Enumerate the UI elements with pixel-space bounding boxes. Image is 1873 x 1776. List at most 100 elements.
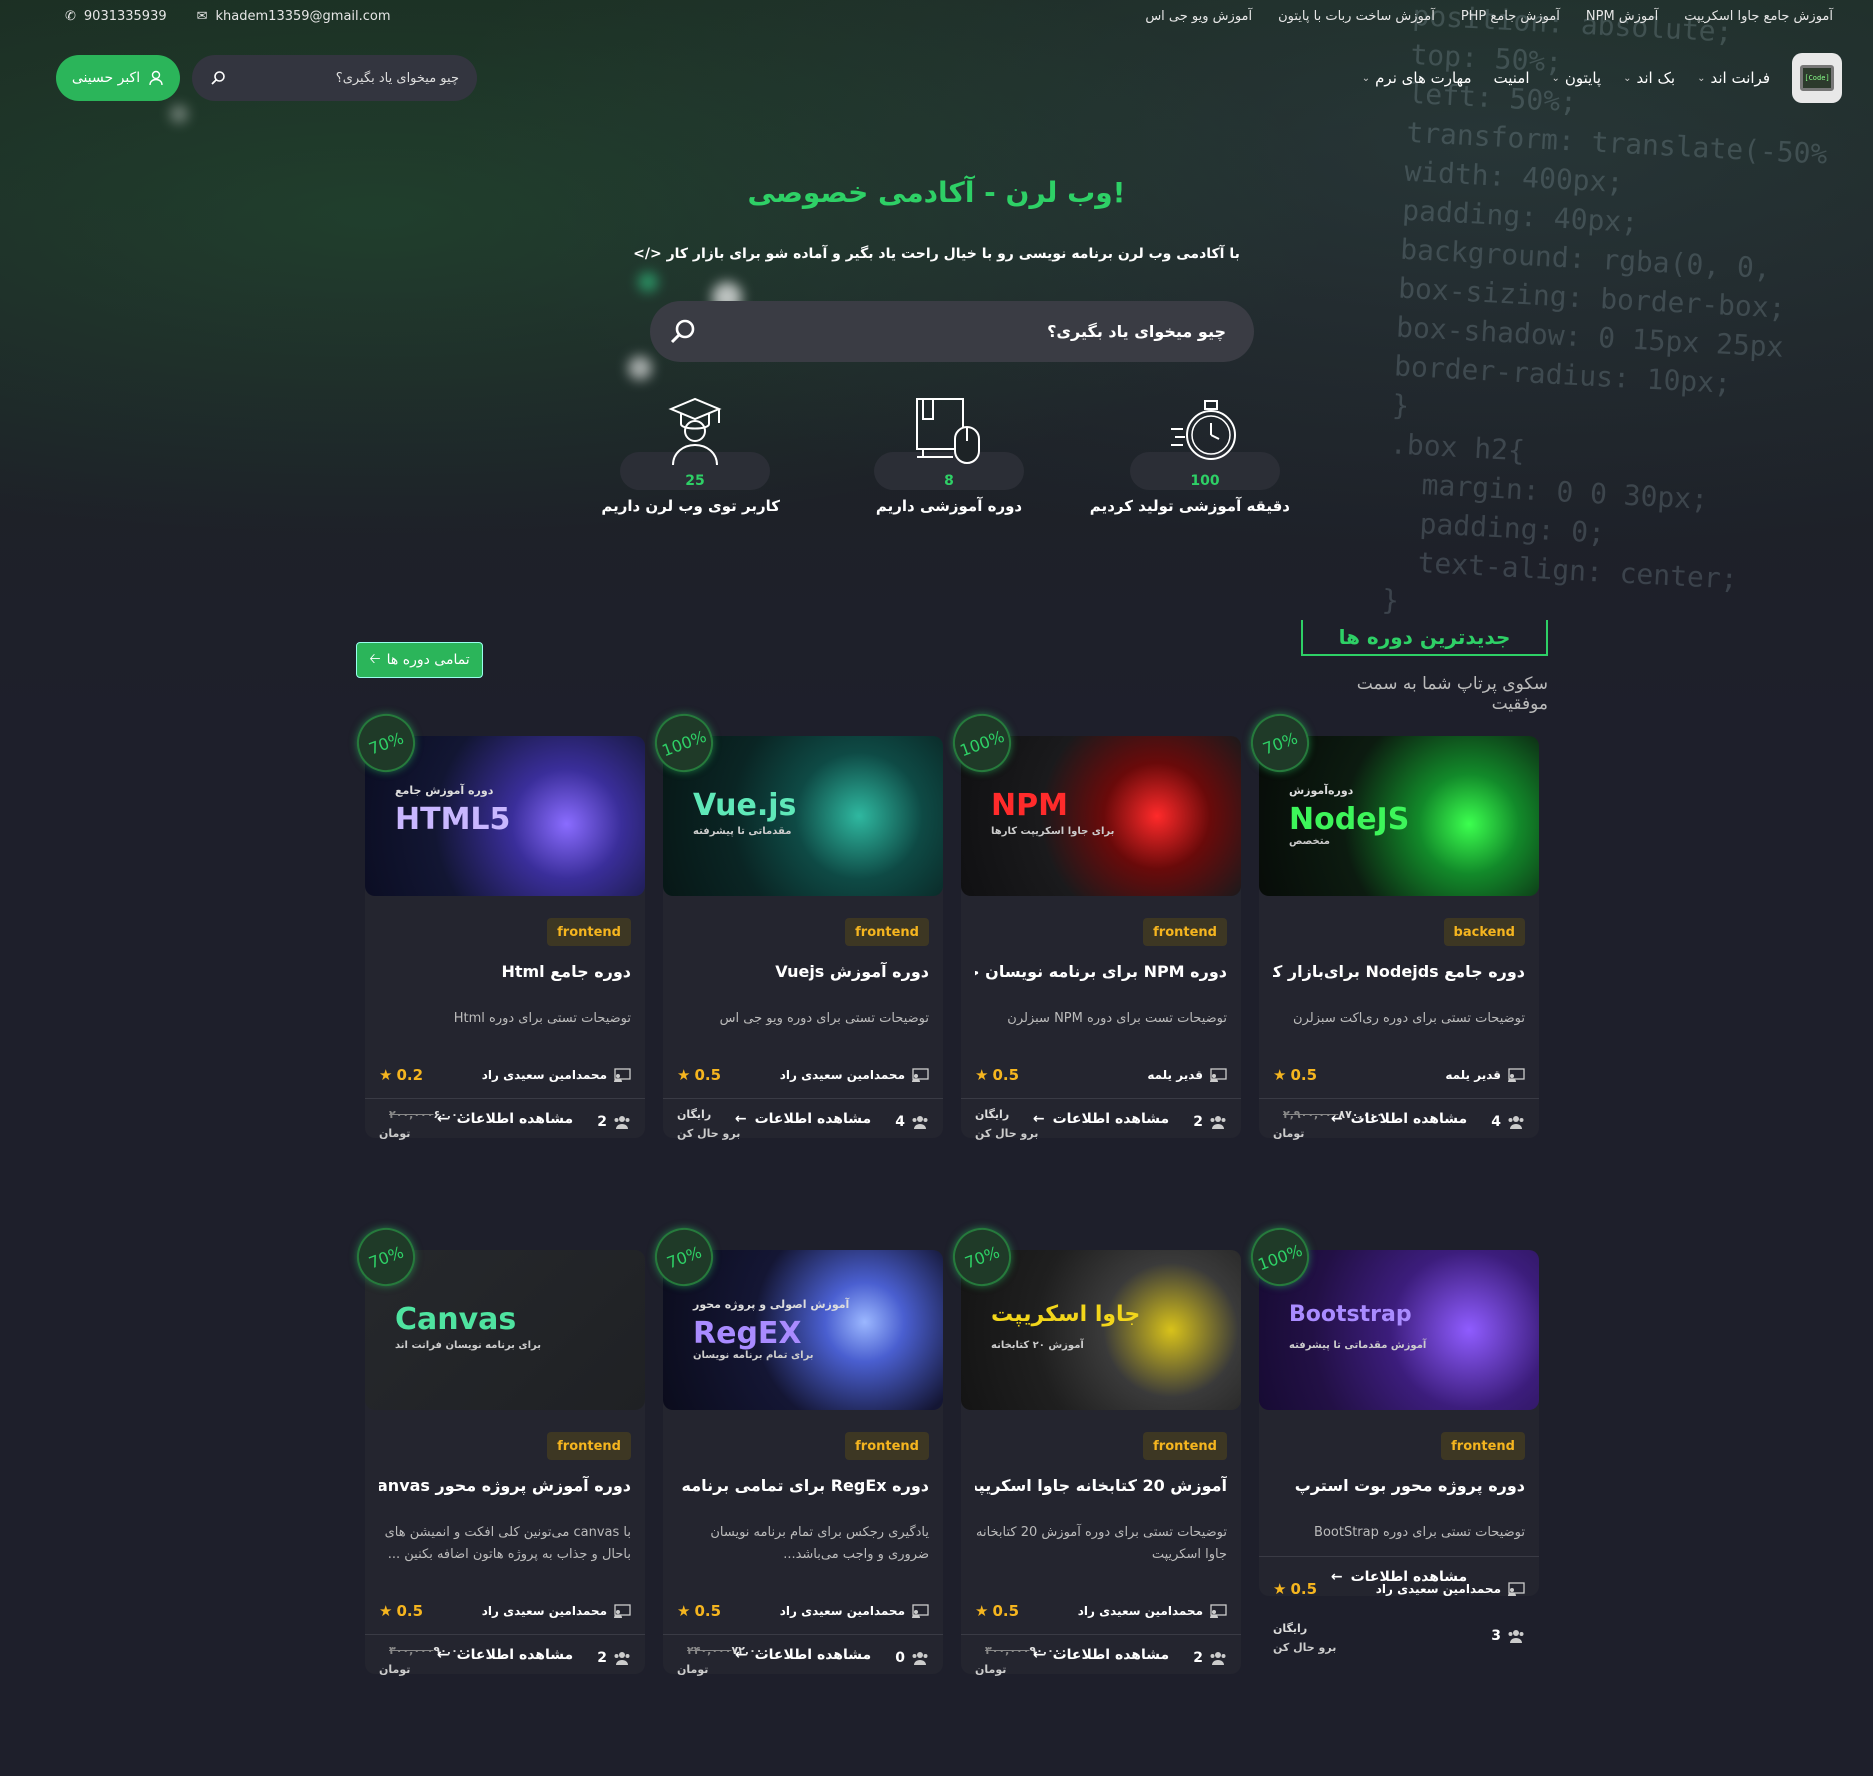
search-icon[interactable] [210,70,226,86]
more-info-button[interactable]: مشاهده اطلاعات ← [1259,1098,1539,1138]
category-badge[interactable]: backend [1443,918,1525,946]
arrow-left-icon: ← [436,1646,449,1663]
top-bar: ✆ 9031335939 ✉ khadem13359@gmail.com آموزش… [0,0,1873,32]
email-contact[interactable]: ✉ khadem13359@gmail.com [197,9,391,24]
star-icon: ★ [975,1602,989,1620]
phone-contact[interactable]: ✆ 9031335939 [65,9,167,24]
category-badge[interactable]: frontend [547,1432,631,1460]
star-icon: ★ [975,1066,989,1084]
course-title[interactable]: دوره پروژه محور بوت استرپ [1273,1476,1525,1495]
category-badge[interactable]: frontend [1143,918,1227,946]
category-badge[interactable]: frontend [1441,1432,1525,1460]
arrow-left-icon: ← [734,1646,747,1663]
top-link[interactable]: آموزش جامع جاوا اسکریپت [1684,9,1833,24]
category-badge[interactable]: frontend [1143,1432,1227,1460]
all-courses-button[interactable]: تمامی دوره ها 🡠 [356,642,483,678]
students-count: 3 [1491,1628,1525,1644]
rating: ★ 0.5 [975,1602,1020,1620]
top-link[interactable]: آموزش جامع PHP [1461,9,1560,24]
course-title[interactable]: دوره NPM برای برنامه نویسان جاوا ا... [975,962,1227,981]
user-icon [149,70,163,86]
user-account-button[interactable]: اکبر حسینی [56,55,180,101]
menu-item-soft-skills[interactable]: مهارت های نرم ⌄ [1362,69,1472,87]
course-card[interactable]: 70% جاوا اسکریپت آموزش ۲۰ کتابخانه front… [944,1219,1241,1676]
teacher[interactable]: محمدامین سعیدی راد [482,1604,631,1618]
menu-item-python[interactable]: پایتون ⌄ [1552,69,1602,87]
course-description: یادگیری رجکس برای تمام برنامه نویسان ضرو… [710,1525,929,1562]
nav-search-input[interactable]: چیو میخوای یاد بگیری؟ [192,55,477,101]
arrow-left-icon: ← [1032,1110,1045,1127]
teacher[interactable]: محمدامین سعیدی راد [780,1604,929,1618]
section-title: جدیدترین دوره ها [1301,620,1548,656]
course-title[interactable]: دوره جامع Nodejds برای‌بازار کار [1273,962,1525,981]
users-icon [1508,1630,1524,1643]
teacher-icon [1508,1068,1525,1082]
section-subtitle: سکوی پرتاپ شما به سمت موفقیت [1356,674,1548,714]
rating: ★ 0.5 [677,1602,722,1620]
teacher[interactable]: محمدامین سعیدی راد [482,1068,631,1082]
menu-item-frontend[interactable]: فرانت اند ⌄ [1697,69,1770,87]
course-card[interactable]: 70% Canvas برای برنامه نویسان فرانت اند … [348,1219,645,1676]
course-card[interactable]: 70% آموزش اصولی و پروژه محور RegEX برای … [646,1219,943,1676]
book-mouse-icon [916,398,980,464]
course-card[interactable]: 70% دوره‌آموزش NodeJS متخصص backend دوره… [1242,705,1539,1140]
menu-item-backend[interactable]: بک اند ⌄ [1623,69,1675,87]
site-logo[interactable]: [Code] [1792,53,1842,103]
course-card[interactable]: 100% NPM برای جاوا اسکریپت کارها fronten… [944,705,1241,1140]
arrow-left-icon: 🡠 [369,651,381,667]
chevron-down-icon: ⌄ [1697,72,1706,84]
rating: ★ 0.5 [1273,1066,1318,1084]
course-card[interactable]: 70% دوره آموزش جامع HTML5 frontend دوره … [348,705,645,1140]
search-icon[interactable] [668,317,698,347]
decor-glow [170,105,188,123]
teacher[interactable]: قدیر یلمه [1445,1068,1525,1082]
category-badge[interactable]: frontend [845,918,929,946]
category-badge[interactable]: frontend [547,918,631,946]
more-info-button[interactable]: مشاهده اطلاعات ← [961,1634,1241,1674]
course-description: توضیحات تستی برای دوره ویو جی اس [719,1011,929,1026]
hero-title: وب لرن - آکادمی خصوصی! [747,176,1126,209]
phone-icon: ✆ [65,8,76,24]
course-title[interactable]: آموزش 20 کتابخانه جاوا اسکریپت [975,1476,1227,1495]
stats: 25 کاربر توی وب لرن داریم 8 دوره آموزشی … [601,395,1290,535]
more-info-button[interactable]: مشاهده اطلاعات ← [365,1634,645,1674]
star-icon: ★ [379,1066,393,1084]
teacher-icon [614,1604,631,1618]
decor-glow [628,356,652,380]
course-card[interactable]: 100% Vue.js مقدماتی تا پیشرفته frontend … [646,705,943,1140]
category-badge[interactable]: frontend [845,1432,929,1460]
arrow-left-icon: ← [1330,1110,1343,1127]
hero-search-input[interactable]: چیو میخوای یاد بگیری؟ [650,301,1254,362]
more-info-button[interactable]: مشاهده اطلاعات ← [663,1634,943,1674]
more-info-button[interactable]: مشاهده اطلاعات ← [365,1098,645,1138]
course-description: توضیحات تستی برای دوره BootStrap [1314,1525,1525,1540]
teacher[interactable]: محمدامین سعیدی راد [1078,1604,1227,1618]
more-info-button[interactable]: مشاهده اطلاعات ← [1259,1556,1539,1596]
teacher[interactable]: محمدامین سعیدی راد [780,1068,929,1082]
chevron-down-icon: ⌄ [1551,72,1560,84]
stopwatch-icon [1171,400,1236,460]
arrow-left-icon: ← [436,1110,449,1127]
arrow-left-icon: ← [1032,1646,1045,1663]
top-links: آموزش جامع جاوا اسکریپت آموزش NPM آموزش … [1145,9,1833,24]
price: رایگان برو حال کن [1273,1622,1337,1654]
stat-users: 25 کاربر توی وب لرن داریم [601,395,780,515]
more-info-button[interactable]: مشاهده اطلاعات ← [961,1098,1241,1138]
course-title[interactable]: دوره آموزش Vuejs [677,962,929,981]
chevron-down-icon: ⌄ [1361,72,1371,84]
top-link[interactable]: آموزش NPM [1586,9,1658,24]
teacher-icon [614,1068,631,1082]
course-description: توضیحات تست برای دوره NPM سبزلرن [1007,1011,1227,1026]
top-link[interactable]: آموزش ساخت ربات با پایتون [1278,9,1435,24]
main-menu: فرانت اند ⌄ بک اند ⌄ پایتون ⌄ امنیت مهارت ه… [1362,69,1770,87]
menu-item-security[interactable]: امنیت [1494,69,1530,87]
course-title[interactable]: دوره آموزش پروژه محور Canvas [379,1476,631,1495]
arrow-left-icon: ← [1330,1568,1343,1585]
course-title[interactable]: دوره جامع Html [379,962,631,981]
course-card[interactable]: 100% Bootstrap آموزش مقدماتی تا پیشرفته … [1242,1219,1539,1654]
top-link[interactable]: آموزش ویو جی اس [1145,9,1252,24]
more-info-button[interactable]: مشاهده اطلاعات ← [663,1098,943,1138]
teacher[interactable]: قدیر یلمه [1147,1068,1227,1082]
course-title[interactable]: دوره RegEx برای تمامی برنامه نویسا. [677,1476,929,1495]
star-icon: ★ [677,1602,691,1620]
